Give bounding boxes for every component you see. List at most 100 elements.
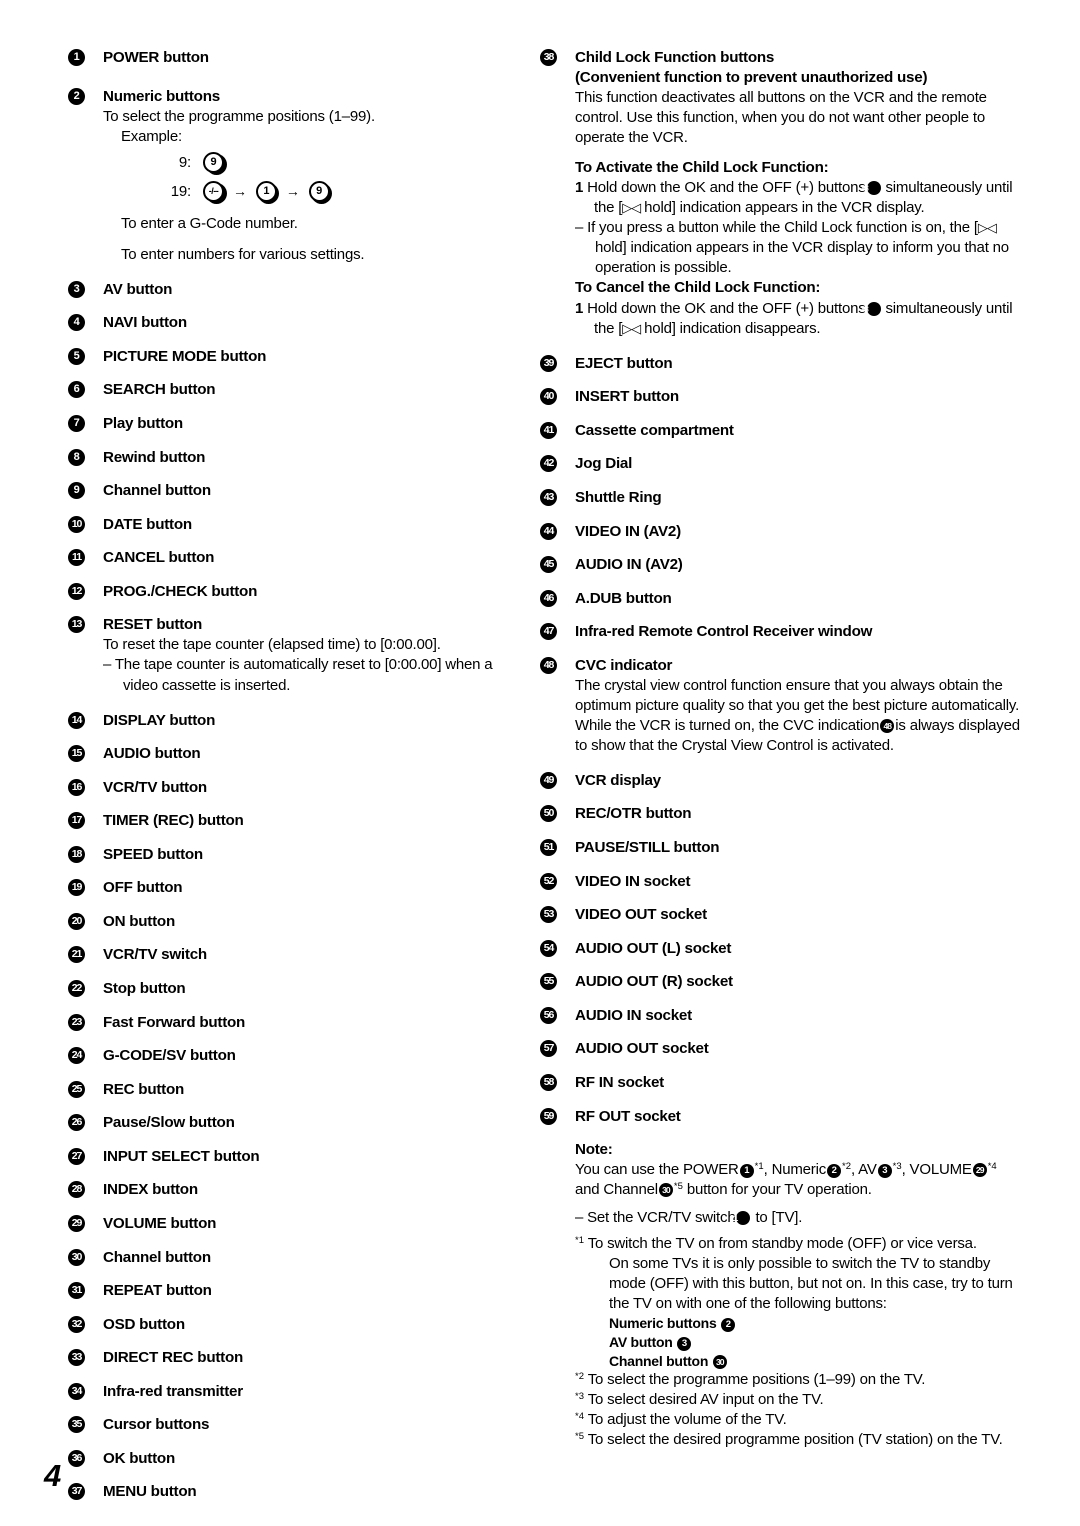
entry-repeat-button: 31 REPEAT button [68,1281,508,1301]
entry-audio-out-socket: 57 AUDIO OUT socket [540,1039,1020,1059]
item-number-badge: 16 [68,778,85,796]
note-p1-a: You can use the POWER [575,1161,739,1179]
item-number-badge: 15 [68,745,85,763]
item-number-badge: 58 [540,1073,557,1091]
list-item-av-button: AV button 3 [609,1333,1020,1352]
entry-title: OK button [103,1449,175,1467]
numeric-key-dashslash-icon: -/-- [203,180,227,205]
entry-title: POWER button [103,49,209,66]
note-dash-b: to [TV]. [755,1209,803,1227]
entry-title: INDEX button [103,1181,198,1199]
entry-title: Numeric buttons [103,87,220,105]
entry-title: Fast Forward button [103,1013,246,1031]
entry-title: Play button [103,415,183,433]
note-block: Note: You can use the POWER 1 *1, Numeric 2… [540,1140,1020,1450]
footnote-3-text: To select desired AV input on the TV. [587,1391,824,1409]
item-number-badge: 25 [68,1080,85,1098]
item-number-badge: 7 [68,415,85,433]
item-number-badge: 40 [540,388,557,406]
entry-title: AUDIO OUT (R) socket [575,973,733,991]
entry-numeric-buttons: 2 Numeric buttons To select the programm… [68,87,508,265]
entry-title: Pause/Slow button [103,1114,235,1132]
item-number-badge: 46 [540,589,557,607]
entry-title: VCR display [575,771,661,789]
item-number-badge: 47 [540,623,557,641]
item-number-badge: 4 [68,314,85,332]
numeric-desc-line1: To select the programme positions (1–99)… [103,107,375,125]
item-number-badge: 21 [68,946,85,964]
entry-title: A.DUB button [575,589,672,607]
hold-symbol-icon: ▷◁ [622,321,641,337]
entry-index-button: 28 INDEX button [68,1180,508,1200]
entry-title: OFF button [103,879,183,897]
entry-video-in-socket: 52 VIDEO IN socket [540,872,1020,892]
footnote-mark-1: *1 [754,1161,764,1173]
item-number-badge: 1 [68,49,85,66]
entry-title: Cursor buttons [103,1416,210,1434]
entry-title: AV button [103,280,173,298]
entry-title: AUDIO IN socket [575,1006,692,1024]
entry-title: Stop button [103,980,186,998]
child-lock-cancel-heading: To Cancel the Child Lock Function: [575,279,821,297]
note-p1-c: , AV [851,1161,877,1179]
item-number-badge: 26 [68,1114,85,1132]
entry-title: G-CODE/SV button [103,1047,236,1065]
item-number-badge: 2 [68,87,85,105]
entry-cancel-button: 11 CANCEL button [68,548,508,568]
entry-title: Infra-red transmitter [103,1382,243,1400]
entry-menu-button: 37 MENU button [68,1482,508,1502]
entry-video-in-av2: 44 VIDEO IN (AV2) [540,522,1020,542]
ref-badge-38: 38 [860,181,881,196]
numeric-key-9b-icon: 9 [308,180,333,205]
entry-channel-button-30: 30 Channel button [68,1248,508,1268]
entry-title: VIDEO IN (AV2) [575,522,681,540]
ref-badge-3: 3 [677,1337,692,1352]
item-number-badge: 54 [540,939,557,957]
item-number-badge: 44 [540,522,557,540]
item-number-badge: 27 [68,1147,85,1165]
entry-title: INSERT button [575,388,679,406]
entry-title: NAVI button [103,314,187,332]
entry-rec-button: 25 REC button [68,1080,508,1100]
item-number-badge: 6 [68,381,85,399]
item-number-badge: 35 [68,1416,85,1434]
item-number-badge: 55 [540,973,557,991]
entry-title: Channel button [103,482,211,500]
dash-note-b: hold] indication appears in the VCR disp… [595,239,1009,277]
item-number-badge: 20 [68,912,85,930]
ref-badge-48: 48 [880,718,895,733]
footnote-1-button-list: Numeric buttons 2 AV button 3 Channel bu… [609,1314,1020,1370]
child-lock-activate-step: 1 Hold down the OK and the OFF (+) butto… [575,178,1020,218]
entry-reset-button: 13 RESET button To reset the tape counte… [68,615,508,695]
numeric-desc-line3: To enter numbers for various settings. [121,245,365,263]
item-number-badge: 57 [540,1040,557,1058]
entry-video-out-socket: 53 VIDEO OUT socket [540,905,1020,925]
item-number-badge: 36 [68,1449,85,1467]
hold-symbol-icon: ▷◁ [622,201,641,217]
arrow-right-icon: → [233,183,247,200]
ref-badge-2: 2 [721,1318,736,1333]
entry-title: DISPLAY button [103,711,216,729]
item-number-badge: 32 [68,1315,85,1333]
item-number-badge: 59 [540,1107,557,1125]
footnote-mark: *4 [575,1411,584,1423]
example-label-9: 9: [178,153,191,171]
footnote-mark: *3 [575,1391,584,1403]
entry-date-button: 10 DATE button [68,515,508,535]
entry-vcr-display: 49 VCR display [540,771,1020,791]
entry-title: AUDIO button [103,745,201,763]
item-number-badge: 28 [68,1181,85,1199]
step-text-a: Hold down the OK and the OFF (+) buttons [587,299,866,317]
entry-title: PROG./CHECK button [103,582,258,600]
entry-volume-button: 29 VOLUME button [68,1214,508,1234]
footnote-4-text: To adjust the volume of the TV. [587,1411,787,1429]
footnote-3: *3 To select desired AV input on the TV. [575,1390,1020,1410]
footnote-2: *2 To select the programme positions (1–… [575,1370,1020,1390]
entry-title: SEARCH button [103,381,216,399]
item-number-badge: 18 [68,845,85,863]
item-number-badge: 23 [68,1013,85,1031]
entry-title: Jog Dial [575,455,633,473]
entry-picture-mode-button: 5 PICTURE MODE button [68,347,508,367]
entry-title: INPUT SELECT button [103,1147,260,1165]
ref-badge-1: 1 [739,1164,754,1179]
